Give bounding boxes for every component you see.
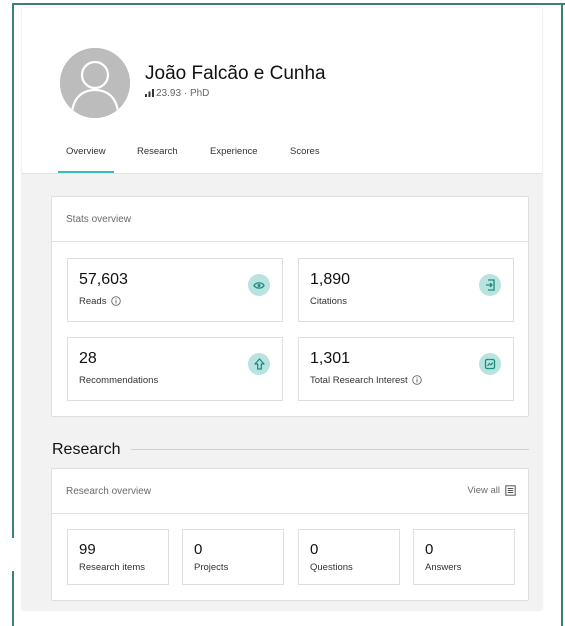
questions-label: Questions: [310, 562, 353, 573]
frame-top-border: [12, 3, 565, 5]
projects-value: 0: [194, 541, 203, 558]
stats-card-divider: [52, 241, 528, 242]
recommend-arrow-icon: [248, 353, 270, 375]
questions-value: 0: [310, 541, 319, 558]
frame-right-border: [561, 3, 563, 626]
stat-reads-label-row: Reads: [79, 296, 121, 307]
projects-label: Projects: [194, 562, 229, 573]
tab-research[interactable]: Research: [137, 146, 178, 157]
info-icon[interactable]: [412, 375, 423, 385]
stat-research-interest-label-row: Total Research Interest: [310, 375, 423, 386]
research-overview-card: Research overview View all 99 Research i…: [51, 468, 529, 601]
stat-recommendations-value: 28: [79, 350, 97, 367]
research-interest-icon: [479, 353, 501, 375]
view-all-label: View all: [467, 485, 500, 496]
list-document-icon: [505, 485, 516, 496]
stat-reads-label: Reads: [79, 296, 107, 307]
stat-recommendations[interactable]: 28 Recommendations: [67, 337, 283, 401]
subline-separator: ·: [183, 88, 188, 99]
answers-label: Answers: [425, 562, 462, 573]
research-overview-title: Research overview: [66, 486, 152, 497]
avatar[interactable]: [60, 48, 130, 118]
frame-left-border-upper: [12, 3, 14, 538]
stats-overview-card: Stats overview 57,603 Reads 1,890 Citati…: [51, 196, 529, 417]
profile-name: João Falcão e Cunha: [145, 63, 326, 84]
research-card-divider: [52, 513, 528, 514]
profile-subline: 23.93 · PhD: [145, 88, 209, 99]
degree: PhD: [189, 88, 210, 99]
stat-citations-value: 1,890: [310, 271, 351, 288]
stat-reads-value: 57,603: [79, 271, 128, 288]
citation-icon: [479, 274, 501, 296]
stat-recommendations-label: Recommendations: [79, 375, 159, 386]
questions-box[interactable]: 0 Questions: [298, 529, 400, 585]
frame-left-border-lower: [12, 571, 14, 626]
profile-page: João Falcão e Cunha 23.93 · PhD Overview…: [22, 8, 542, 610]
projects-box[interactable]: 0 Projects: [182, 529, 284, 585]
stat-reads[interactable]: 57,603 Reads: [67, 258, 283, 322]
tab-scores[interactable]: Scores: [290, 146, 320, 157]
stats-overview-title: Stats overview: [66, 214, 132, 225]
research-score: 23.93: [156, 88, 182, 99]
stat-research-interest-label: Total Research Interest: [310, 375, 408, 386]
score-bars-icon: [145, 89, 154, 97]
research-items-value: 99: [79, 541, 96, 558]
tab-overview[interactable]: Overview: [58, 146, 114, 173]
eye-icon: [248, 274, 270, 296]
answers-value: 0: [425, 541, 434, 558]
default-avatar-icon: [60, 48, 130, 118]
info-icon[interactable]: [111, 296, 121, 306]
tab-experience[interactable]: Experience: [210, 146, 258, 157]
view-all-link[interactable]: View all: [467, 485, 516, 496]
research-items-label: Research items: [79, 562, 145, 573]
research-section-heading: Research: [52, 441, 121, 458]
stat-total-research-interest[interactable]: 1,301 Total Research Interest: [298, 337, 514, 401]
research-items-box[interactable]: 99 Research items: [67, 529, 169, 585]
profile-header: João Falcão e Cunha 23.93 · PhD Overview…: [22, 8, 542, 174]
stat-citations-label: Citations: [310, 296, 347, 307]
research-section-rule: [131, 449, 529, 450]
stat-citations[interactable]: 1,890 Citations: [298, 258, 514, 322]
stat-research-interest-value: 1,301: [310, 350, 351, 367]
answers-box[interactable]: 0 Answers: [413, 529, 515, 585]
